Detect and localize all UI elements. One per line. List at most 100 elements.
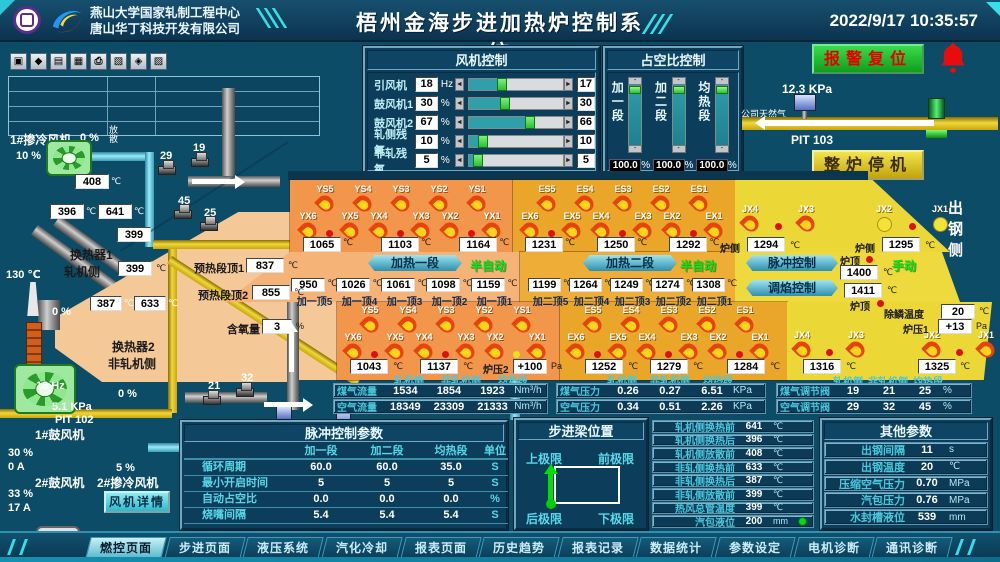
nav-tab[interactable]: 报表记录	[557, 537, 638, 559]
duty-slider[interactable]: - -	[715, 77, 729, 153]
flame-control-button[interactable]: 调焰控制	[746, 280, 838, 296]
slider-thumb[interactable]	[716, 86, 728, 94]
valve-icon[interactable]	[236, 388, 254, 397]
slider-right-arrow[interactable]: ►	[564, 116, 573, 129]
valve-icon[interactable]	[191, 158, 209, 167]
roof-temp-label: 炉顶	[850, 298, 870, 313]
duty-zone-label: 加二段	[653, 81, 670, 123]
fan-slider[interactable]	[468, 97, 564, 110]
beam-position-title: 步进梁位置	[518, 422, 644, 440]
slider-down-button[interactable]: -	[715, 145, 729, 153]
pulse-control-button[interactable]: 脉冲控制	[746, 255, 838, 271]
roof-temp-unit: 1199℃ 加二顶5	[530, 278, 571, 308]
slider-left-arrow[interactable]: ◄	[455, 78, 464, 91]
duty-column: 均热段 - - 100.0%	[696, 75, 737, 170]
slider-left-arrow[interactable]: ◄	[455, 116, 464, 129]
nav-tab[interactable]: 汽化冷却	[321, 537, 402, 559]
blower1-pct: 30 %	[8, 447, 33, 459]
alarm-bell-icon[interactable]	[938, 42, 968, 79]
toolbar-icon[interactable]: ▦	[70, 53, 87, 70]
toolbar-icon[interactable]: ◈	[130, 53, 147, 70]
slider-thumb[interactable]	[473, 154, 483, 167]
unit-celsius: ℃	[294, 287, 304, 298]
slider-thumb[interactable]	[500, 97, 510, 110]
temp-readout: 1164℃	[459, 237, 509, 252]
nav-tab[interactable]: 通讯诊断	[872, 537, 953, 559]
burner: YS2	[471, 305, 497, 333]
fan-detail-button[interactable]: 风机详情	[104, 491, 170, 513]
slider-right-arrow[interactable]: ►	[564, 154, 573, 167]
table-row: 最小开启时间 5 5 5 S	[184, 476, 504, 492]
slider-thumb[interactable]	[673, 86, 685, 94]
burner	[734, 332, 744, 358]
slider-left-arrow[interactable]: ◄	[455, 97, 464, 110]
fan-setpoint-field[interactable]: 30	[415, 96, 438, 111]
valve-icon[interactable]	[200, 222, 218, 231]
slider-right-arrow[interactable]: ►	[564, 97, 573, 110]
duty-slider[interactable]: - -	[628, 77, 642, 153]
nav-tab[interactable]: 电机诊断	[793, 537, 874, 559]
valve-icon[interactable]	[174, 210, 192, 219]
fan-setpoint-field[interactable]: 18	[415, 77, 438, 92]
slider-up-button[interactable]: -	[628, 77, 642, 85]
nav-tab[interactable]: 参数设定	[714, 537, 795, 559]
slider-up-button[interactable]: -	[672, 77, 686, 85]
slider-left-arrow[interactable]: ◄	[455, 154, 464, 167]
burner	[369, 332, 379, 358]
burner: EX5	[559, 211, 585, 239]
other-params-title: 其他参数	[824, 422, 988, 440]
fan-slider[interactable]	[468, 116, 564, 129]
nav-tab[interactable]: 液压系统	[243, 537, 324, 559]
nav-tab[interactable]: 数据统计	[636, 537, 717, 559]
temp-readout: 1065℃	[303, 237, 353, 252]
fan-slider[interactable]	[468, 154, 564, 167]
level-ok-dot	[798, 503, 807, 512]
slider-left-arrow[interactable]: ◄	[455, 135, 464, 148]
table-row: 煤气调节阀 192125 %	[776, 383, 972, 398]
nav-tab[interactable]: 报表页面	[400, 537, 481, 559]
roof-temp-2: 1411	[844, 283, 882, 298]
toolbar-icon[interactable]: ▤	[50, 53, 67, 70]
alarm-list-table[interactable]	[8, 76, 320, 136]
fan-slider[interactable]	[468, 78, 564, 91]
slider-down-button[interactable]: -	[672, 145, 686, 153]
nav-tab[interactable]: 燃控页面	[85, 537, 166, 559]
slider-thumb[interactable]	[525, 116, 535, 129]
gas-valve-icon[interactable]	[928, 98, 945, 119]
nav-tab[interactable]: 步进页面	[164, 537, 245, 559]
burner: ES2	[648, 184, 674, 212]
valve-icon[interactable]	[203, 396, 221, 405]
fan-label: 鼓风机1	[374, 96, 415, 112]
header-bar: 燕山大学国家轧制工程中心 唐山华丁科技开发有限公司 梧州金海步进加热炉控制系统 …	[0, 0, 1000, 42]
slider-down-button[interactable]: -	[628, 145, 642, 153]
slider-thumb[interactable]	[478, 135, 488, 148]
burner	[324, 211, 334, 237]
burner: YS4	[395, 305, 421, 333]
toolbar-icon[interactable]: ▨	[150, 53, 167, 70]
duty-unit: %	[728, 160, 737, 171]
valve-icon[interactable]	[158, 166, 176, 175]
pit102-tag: PIT 102	[55, 414, 94, 426]
fan-slider[interactable]	[468, 135, 564, 148]
fan-setpoint-field[interactable]: 5	[415, 153, 438, 168]
toolbar-icon[interactable]: ▧	[110, 53, 127, 70]
slider-thumb[interactable]	[629, 86, 641, 94]
alarm-reset-button[interactable]: 报警复位	[812, 44, 924, 74]
toolbar-icon[interactable]: ◆	[30, 53, 47, 70]
fan-control-body: 引风机 18 Hz ◄ ► 17 鼓风机1 30 % ◄ ► 30	[367, 72, 596, 171]
duty-slider[interactable]: - -	[672, 77, 686, 153]
burner: EX3	[630, 211, 656, 239]
slider-thumb[interactable]	[497, 78, 507, 91]
fan-output-value: 30	[577, 96, 595, 111]
slider-right-arrow[interactable]: ►	[564, 135, 573, 148]
fan-setpoint-field[interactable]: 67	[415, 115, 438, 130]
fan-setpoint-field[interactable]: 10	[415, 134, 438, 149]
fan1-value10: 10 %	[16, 150, 41, 162]
toolbar-icon[interactable]: ⎙	[90, 53, 107, 70]
table-row: 烧嘴间隔 5.4 5.4 5.4 S	[184, 508, 504, 524]
slider-right-arrow[interactable]: ►	[564, 78, 573, 91]
furnace-pressure1-label: 炉压1	[903, 321, 929, 336]
toolbar-icon[interactable]: ▣	[10, 53, 27, 70]
nav-tab[interactable]: 历史趋势	[478, 537, 559, 559]
slider-up-button[interactable]: -	[715, 77, 729, 85]
